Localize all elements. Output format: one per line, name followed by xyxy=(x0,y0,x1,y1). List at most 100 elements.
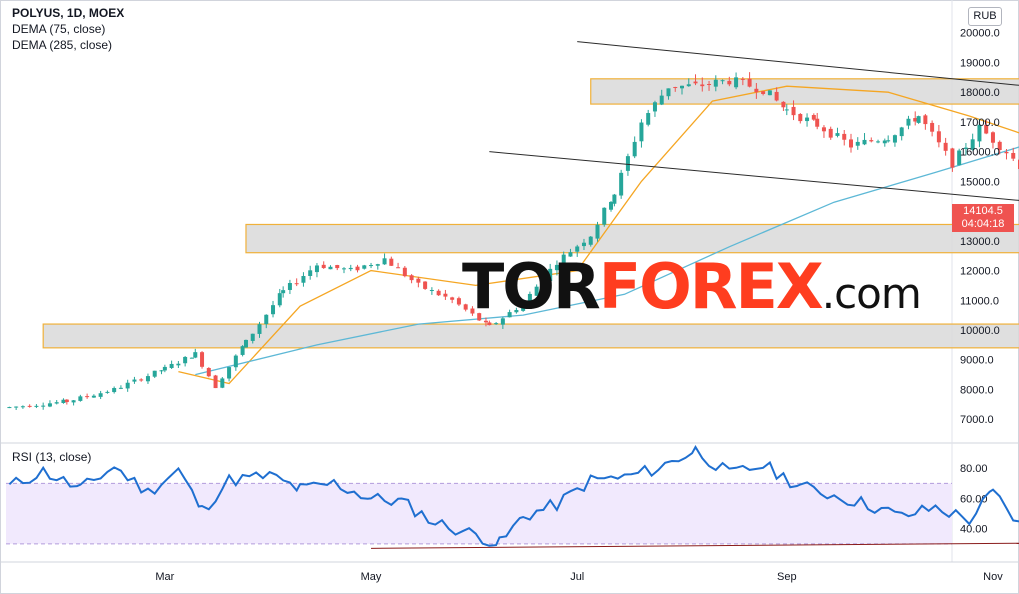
currency-badge[interactable]: RUB xyxy=(968,7,1002,26)
candle-body xyxy=(78,396,83,401)
candle-body xyxy=(720,80,725,82)
candle-body xyxy=(632,141,637,157)
candle-body xyxy=(869,140,874,142)
candle-body xyxy=(588,236,593,245)
price-tick-label: 16000.0 xyxy=(960,147,1000,159)
candle-body xyxy=(34,405,39,407)
dema-fast-legend[interactable]: DEMA (75, close) xyxy=(12,22,105,37)
symbol-legend[interactable]: POLYUS, 1D, MOEX xyxy=(12,6,124,21)
logo-com: .com xyxy=(821,269,922,318)
price-zone[interactable] xyxy=(590,78,1019,105)
candle-body xyxy=(264,314,269,325)
rsi-band xyxy=(6,483,952,544)
candle-body xyxy=(98,393,103,397)
candle-body xyxy=(189,357,194,359)
price-tick-label: 12000.0 xyxy=(960,266,1000,278)
candle-body xyxy=(183,356,188,364)
candle-body xyxy=(892,135,897,143)
candle-body xyxy=(849,139,853,148)
candle-body xyxy=(906,118,911,126)
candle-body xyxy=(798,114,803,122)
candle-body xyxy=(876,141,881,143)
candle-body xyxy=(666,88,671,97)
candle-body xyxy=(707,84,712,86)
candle-body xyxy=(348,267,353,270)
candle-body xyxy=(855,141,860,146)
candle-body xyxy=(821,127,826,132)
candle-body xyxy=(145,376,150,382)
candle-body xyxy=(619,172,624,196)
candle-body xyxy=(646,113,651,125)
candle-body xyxy=(375,264,380,266)
candle-body xyxy=(118,387,123,389)
candle-body xyxy=(625,156,630,171)
candle-body xyxy=(7,407,12,409)
candle-body xyxy=(328,266,333,270)
candle-body xyxy=(159,370,164,372)
candle-body xyxy=(287,282,292,290)
candle-body xyxy=(169,363,174,368)
candle-body xyxy=(443,293,448,297)
rsi-legend[interactable]: RSI (13, close) xyxy=(12,450,91,464)
candle-body xyxy=(200,352,205,367)
candle-body xyxy=(294,283,299,285)
last-price-tag: 14104.5 04:04:18 xyxy=(952,204,1014,232)
candle-body xyxy=(673,87,678,89)
price-tick-label: 11000.0 xyxy=(960,295,999,307)
time-tick-label: Jul xyxy=(570,571,584,583)
candle-body xyxy=(423,281,428,289)
candle-body xyxy=(271,305,276,315)
candle-body xyxy=(828,128,833,138)
candle-body xyxy=(754,88,759,93)
candle-body xyxy=(132,379,137,382)
candle-body xyxy=(257,324,262,334)
price-zone[interactable] xyxy=(245,223,1019,254)
candle-body xyxy=(193,352,198,358)
price-tick-label: 15000.0 xyxy=(960,176,1000,188)
candle-body xyxy=(308,270,313,276)
candle-body xyxy=(659,95,664,105)
candle-body xyxy=(162,366,167,371)
candle-body xyxy=(335,265,340,269)
candle-body xyxy=(923,115,928,125)
candle-body xyxy=(791,106,796,116)
candle-body xyxy=(886,140,891,142)
candle-body xyxy=(727,80,732,85)
price-tick-label: 9000.0 xyxy=(960,355,994,367)
dema-slow-legend[interactable]: DEMA (285, close) xyxy=(12,38,112,53)
candle-body xyxy=(450,297,455,300)
candle-body xyxy=(761,91,766,94)
candle-body xyxy=(27,405,32,407)
candle-body xyxy=(206,367,211,377)
candle-body xyxy=(382,258,387,265)
candle-body xyxy=(784,109,789,111)
candle-body xyxy=(1004,151,1009,154)
torforex-logo: TORFOREX.com xyxy=(462,250,922,330)
candle-body xyxy=(277,293,282,306)
candle-body xyxy=(396,267,401,269)
candle-body xyxy=(602,207,607,225)
time-tick-label: Sep xyxy=(777,571,797,583)
rsi-tick-label: 40.00 xyxy=(960,524,988,536)
bar-countdown: 04:04:18 xyxy=(961,218,1005,230)
candle-body xyxy=(936,131,941,143)
candle-body xyxy=(686,84,691,87)
candle-body xyxy=(125,382,130,389)
candle-body xyxy=(314,265,319,273)
candle-body xyxy=(767,90,772,96)
logo-tor: TOR xyxy=(462,250,601,323)
candle-body xyxy=(429,290,434,292)
candle-body xyxy=(652,102,657,112)
time-tick-label: Nov xyxy=(983,571,1003,583)
candle-body xyxy=(815,118,820,127)
candle-body xyxy=(20,406,25,408)
candle-body xyxy=(916,116,921,123)
candle-body xyxy=(781,101,786,108)
candle-body xyxy=(213,375,218,389)
candle-body xyxy=(220,378,225,388)
candle-body xyxy=(355,266,360,271)
candle-body xyxy=(899,127,904,137)
price-tick-label: 13000.0 xyxy=(960,236,1000,248)
candle-body xyxy=(409,275,414,281)
price-tick-label: 19000.0 xyxy=(960,57,1000,69)
